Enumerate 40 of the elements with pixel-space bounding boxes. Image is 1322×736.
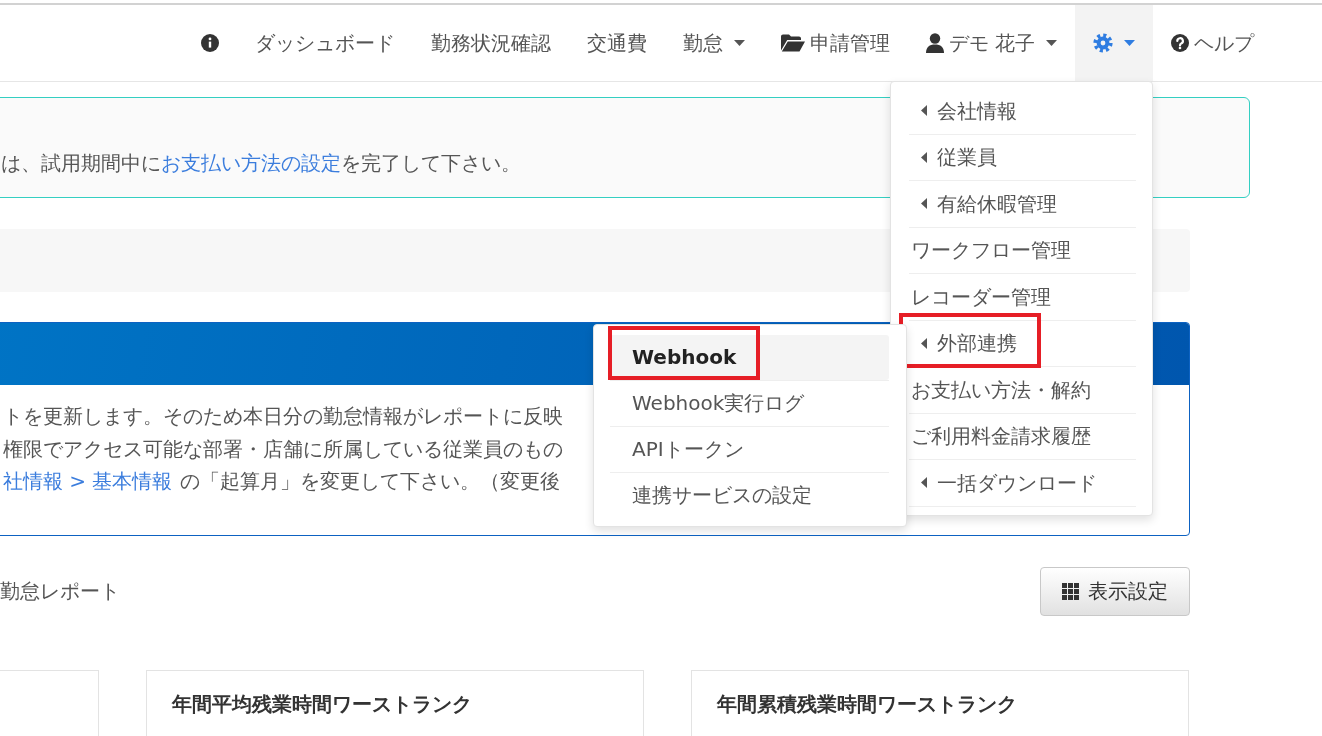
menu-item[interactable]: ワークフロー管理: [911, 237, 1071, 264]
help-icon: [1171, 34, 1189, 52]
card-title: 年間平均残業時間ワーストランク: [172, 692, 472, 716]
settings-menu-button[interactable]: [1075, 5, 1153, 81]
payment-settings-link[interactable]: お支払い方法の設定: [161, 151, 341, 175]
grid-icon: [1062, 583, 1079, 600]
panel-text: トを更新します。そのため本日分の勤怠情報がレポートに反映: [3, 403, 563, 430]
display-settings-button[interactable]: 表示設定: [1040, 567, 1190, 616]
submenu-item[interactable]: Webhook実行ログ: [610, 380, 889, 426]
menu-item[interactable]: レコーダー管理: [911, 283, 1051, 310]
menu-item[interactable]: ご利用料金請求履歴: [911, 423, 1091, 450]
card-title: 年間累積残業時間ワーストランク: [717, 692, 1017, 716]
notice-text: は、試用期間中にお支払い方法の設定を完了して下さい。: [1, 150, 521, 176]
settings-icon: [1093, 33, 1113, 53]
user-menu-button[interactable]: デモ 花子: [907, 5, 1075, 81]
nav-link[interactable]: 申請管理: [762, 5, 908, 81]
nav-link[interactable]: 勤怠: [664, 5, 763, 81]
caret-left-icon: [921, 105, 927, 117]
panel-text: 社情報 > 基本情報 の「起算月」を変更して下さい。（変更後: [3, 468, 561, 495]
user-icon: [925, 33, 944, 53]
nav-link[interactable]: ダッシュボード: [236, 5, 413, 81]
menu-item[interactable]: 従業員: [921, 144, 997, 171]
panel-text: 権限でアクセス可能な部署・店舗に所属している従業員のもの: [3, 435, 563, 463]
info-icon: [200, 34, 219, 52]
submenu-item[interactable]: 連携サービスの設定: [610, 472, 889, 518]
menu-item[interactable]: お支払い方法・解約: [911, 376, 1091, 403]
submenu-item[interactable]: APIトークン: [610, 426, 889, 472]
section-title: 勤怠レポート: [0, 578, 120, 605]
nav-link[interactable]: 勤務状況確認: [412, 5, 569, 81]
caret-left-icon: [921, 337, 927, 349]
caret-left-icon: [921, 198, 927, 210]
caret-left-icon: [921, 477, 927, 489]
caret-left-icon: [921, 151, 927, 163]
company-settings-link[interactable]: 社情報 > 基本情報: [3, 469, 173, 493]
menu-item[interactable]: 有給休暇管理: [921, 190, 1057, 217]
menu-item[interactable]: 会社情報: [921, 97, 1017, 124]
menu-item[interactable]: 一括ダウンロード: [921, 469, 1097, 496]
folder-icon: [780, 34, 805, 52]
nav-link[interactable]: 交通費: [568, 5, 665, 81]
help-link[interactable]: ヘルプ: [1153, 5, 1272, 81]
